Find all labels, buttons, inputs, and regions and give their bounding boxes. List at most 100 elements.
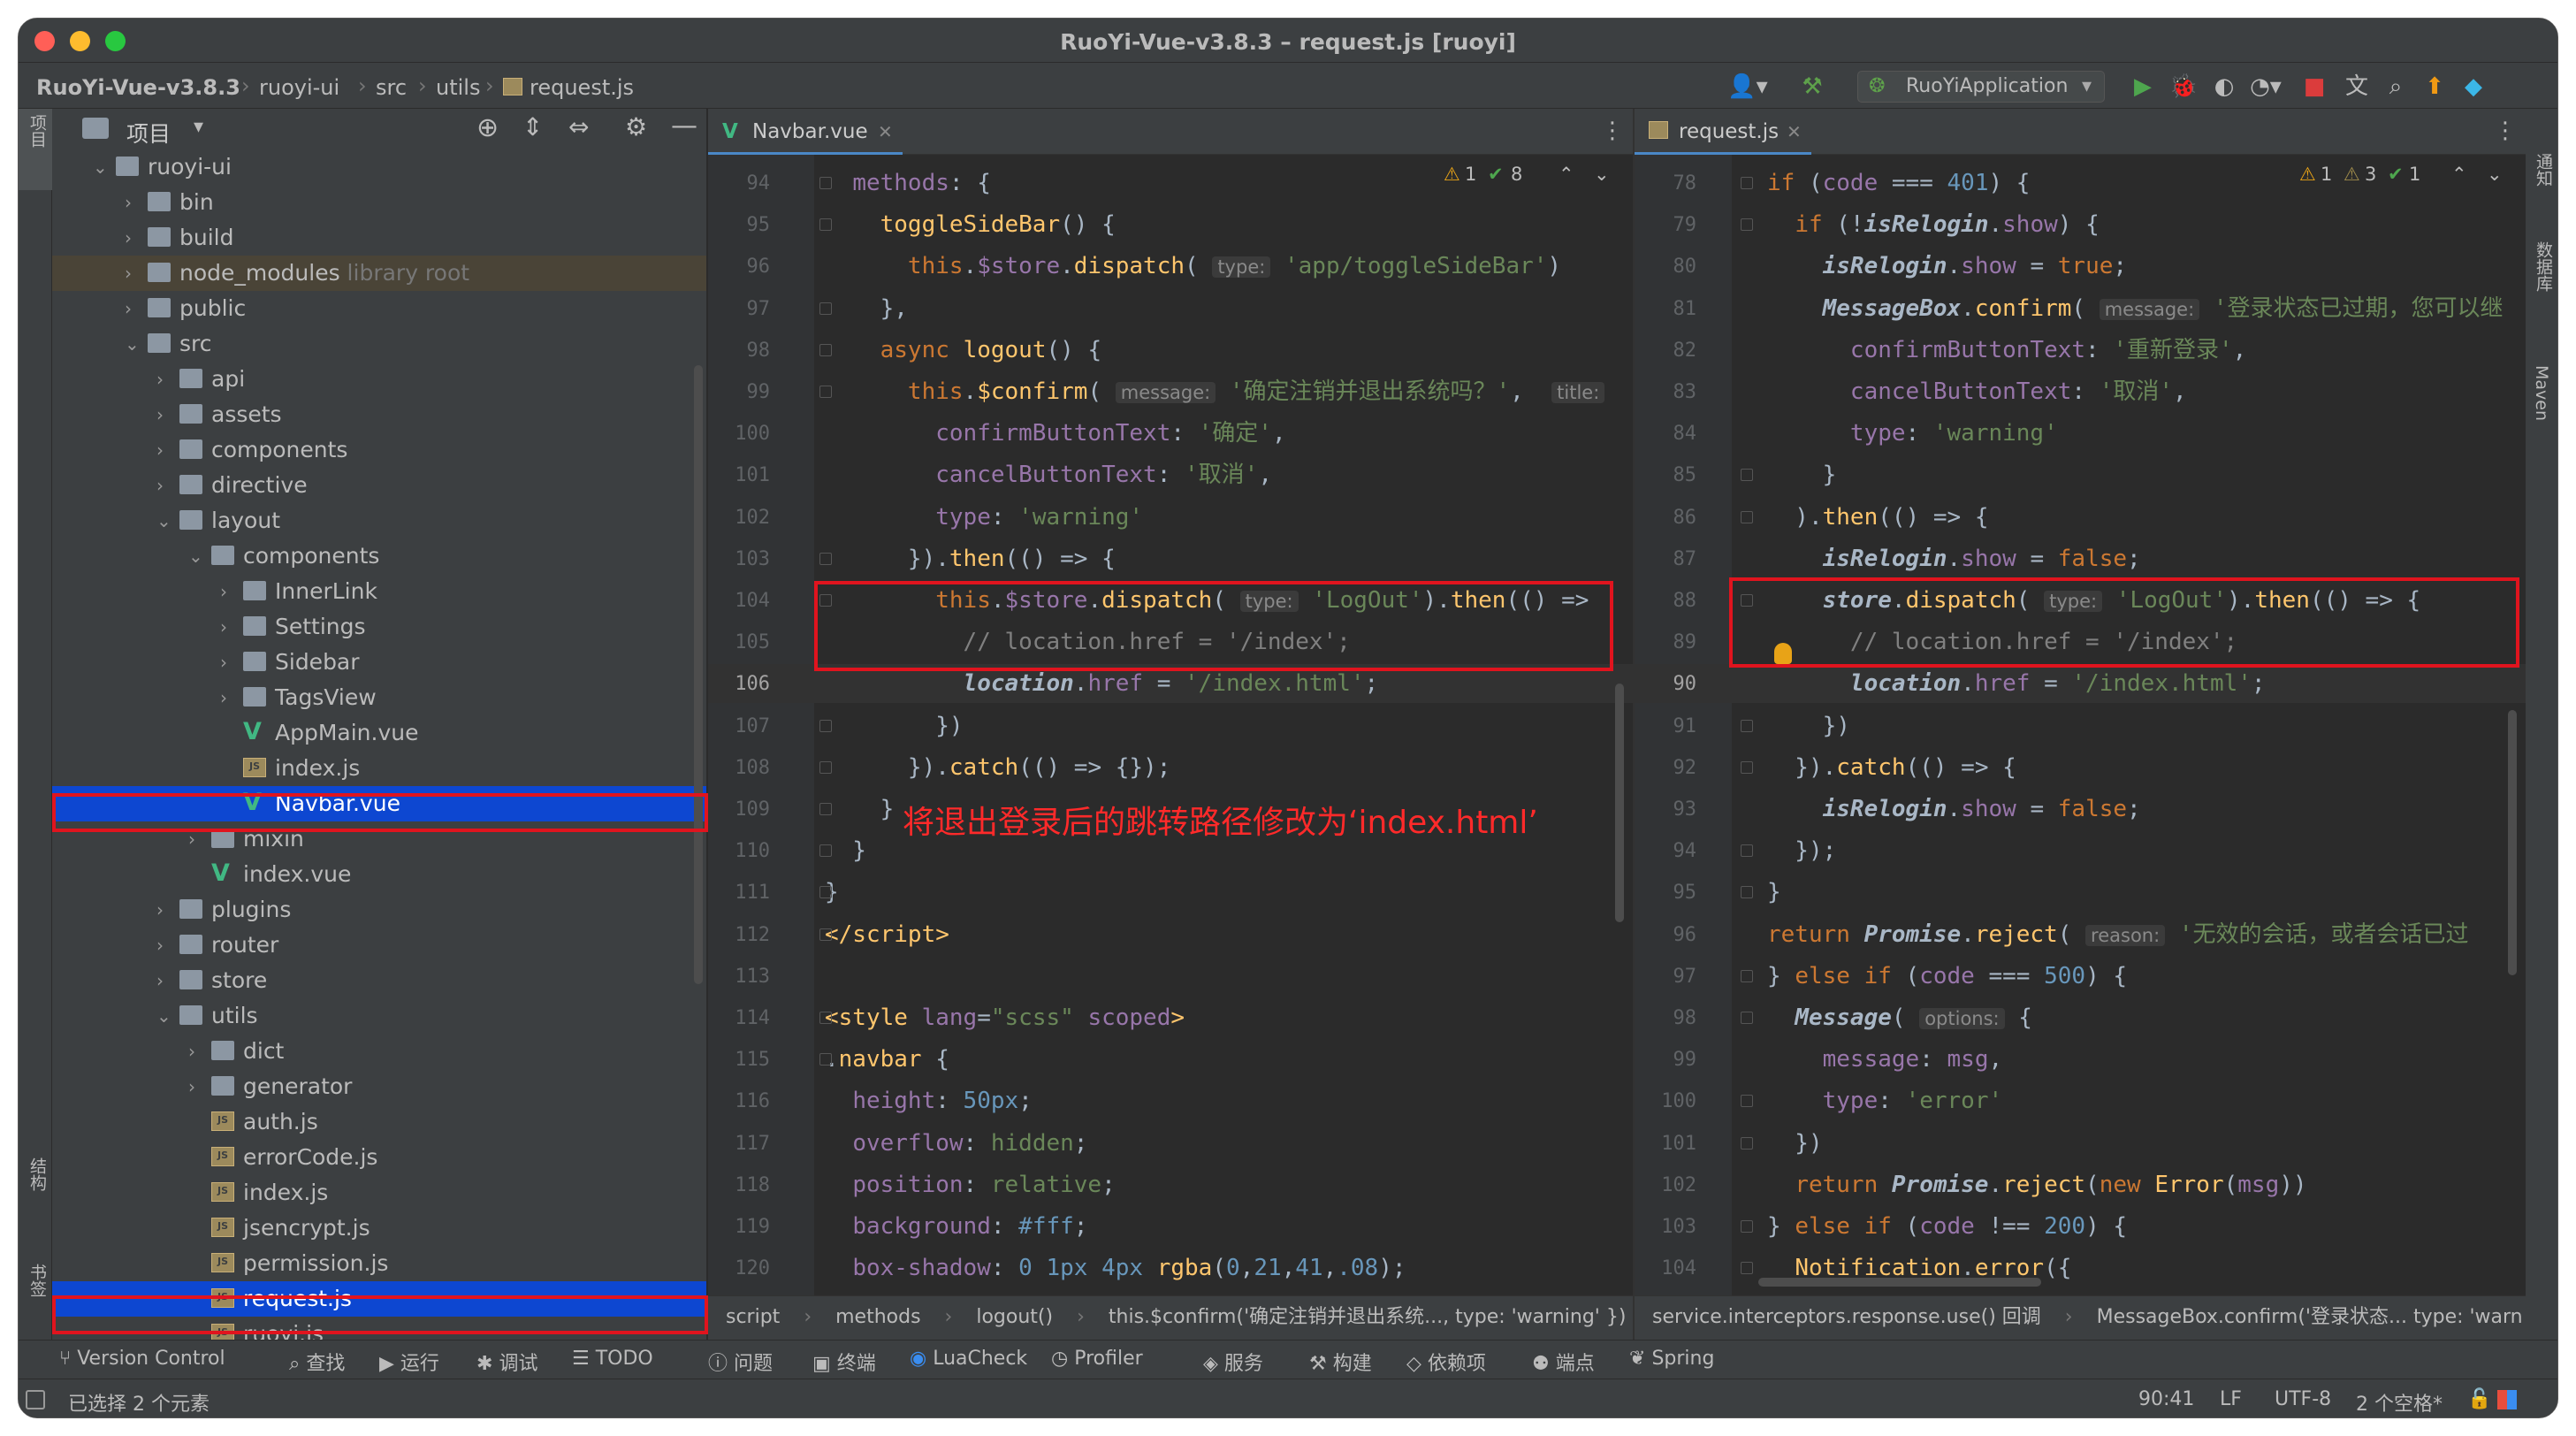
code-line[interactable]: type: 'warning' <box>825 498 1143 537</box>
stop-icon[interactable]: ■ <box>2299 72 2329 102</box>
chevron-down-icon[interactable]: ⌄ <box>188 538 206 574</box>
tree-item[interactable]: › directive <box>52 468 706 503</box>
code-line[interactable]: .navbar { <box>825 1040 949 1079</box>
notifications-tool-button[interactable]: 通知 <box>2525 153 2557 215</box>
indent-setting[interactable]: 2 个空格* <box>2356 1388 2443 1417</box>
line-number[interactable]: 96 <box>1643 924 1697 946</box>
translate-icon[interactable]: 文 <box>2342 72 2372 102</box>
line-separator[interactable]: LF <box>2220 1388 2242 1410</box>
fold-marker-icon[interactable] <box>1741 719 1753 732</box>
tree-item[interactable]: › store <box>52 963 706 998</box>
code-line[interactable]: store.dispatch( type: 'LogOut').then(() … <box>1767 581 2421 620</box>
code-line[interactable]: type: 'error' <box>1767 1081 2003 1120</box>
fold-marker-icon[interactable] <box>819 386 832 398</box>
tree-item[interactable]: JS request.js <box>52 1281 706 1317</box>
search-icon[interactable]: ⌕ <box>2381 72 2411 102</box>
tool-window-services[interactable]: ◈ 服务 <box>1203 1348 1263 1376</box>
jetbrains-logo-icon[interactable]: ◆ <box>2458 72 2488 102</box>
line-number[interactable]: 102 <box>717 507 770 529</box>
tree-item[interactable]: › plugins <box>52 892 706 928</box>
fold-marker-icon[interactable] <box>1741 760 1753 774</box>
line-number[interactable]: 111 <box>717 882 770 904</box>
profile-icon[interactable]: ◔▾ <box>2246 72 2285 102</box>
code-line[interactable]: }).catch(() => {}); <box>825 748 1170 787</box>
crumb-confirm[interactable]: this.$confirm('确定注销并退出系统..., type: 'warn… <box>1109 1306 1627 1328</box>
breadcrumb-utils[interactable]: utils <box>436 75 480 100</box>
line-number[interactable]: 79 <box>1643 214 1697 236</box>
code-line[interactable]: }); <box>1767 831 1836 870</box>
locate-icon[interactable]: ⊕ <box>476 112 499 143</box>
chevron-right-icon[interactable]: › <box>125 220 142 256</box>
code-line[interactable]: height: 50px; <box>825 1081 1033 1120</box>
code-line[interactable]: } else if (code === 500) { <box>1767 957 2127 996</box>
tree-item[interactable]: › bin <box>52 185 706 220</box>
crumb-script[interactable]: script <box>726 1306 780 1328</box>
fold-marker-icon[interactable] <box>819 1053 832 1066</box>
code-line[interactable]: cancelButtonText: '取消', <box>825 455 1272 494</box>
tree-item[interactable]: JS ruoyi.js <box>52 1317 706 1340</box>
lock-icon[interactable]: 🔓 <box>2467 1388 2491 1410</box>
tool-window-terminal[interactable]: ▣ 终端 <box>812 1348 876 1376</box>
code-line[interactable]: // location.href = '/index'; <box>825 623 1351 661</box>
chevron-right-icon[interactable]: › <box>156 397 174 432</box>
chevron-right-icon[interactable]: › <box>220 609 238 645</box>
code-line[interactable]: confirmButtonText: '确定', <box>825 414 1285 453</box>
code-line[interactable]: </script> <box>825 915 949 954</box>
code-line[interactable]: Message( options: { <box>1767 998 2032 1037</box>
line-number[interactable]: 113 <box>717 966 770 988</box>
line-number[interactable]: 86 <box>1643 507 1697 529</box>
tree-item[interactable]: ⌄ components <box>52 538 706 574</box>
line-number[interactable]: 103 <box>1643 1216 1696 1238</box>
tree-item[interactable]: JS index.js <box>52 1175 706 1211</box>
caret-position[interactable]: 90:41 <box>2138 1388 2194 1410</box>
tree-item[interactable]: › router <box>52 928 706 963</box>
code-line[interactable]: if (!isRelogin.show) { <box>1767 205 2099 244</box>
tool-window-run[interactable]: ▶ 运行 <box>379 1348 439 1376</box>
fold-marker-icon[interactable] <box>1741 969 1753 982</box>
fold-marker-icon[interactable] <box>1741 1262 1753 1275</box>
line-number[interactable]: 98 <box>717 340 771 362</box>
tree-item[interactable]: › build <box>52 220 706 256</box>
line-number[interactable]: 101 <box>717 464 770 486</box>
right-editor-hscrollbar[interactable] <box>1758 1278 2041 1287</box>
chevron-right-icon[interactable]: › <box>188 1034 206 1069</box>
line-number[interactable]: 102 <box>1643 1174 1696 1196</box>
tree-item[interactable]: › Settings <box>52 609 706 645</box>
tool-window-hammer[interactable]: ⚒ 构建 <box>1309 1348 1372 1376</box>
close-icon[interactable]: ✕ <box>878 109 893 155</box>
line-number[interactable]: 108 <box>717 757 770 779</box>
structure-tool-button[interactable]: 结构 <box>19 1152 52 1232</box>
hide-panel-icon[interactable]: — <box>671 111 697 141</box>
line-number[interactable]: 109 <box>717 798 770 821</box>
expand-all-icon[interactable]: ⇕ <box>522 112 543 141</box>
close-icon[interactable]: ✕ <box>1787 109 1802 155</box>
tree-item[interactable]: JS errorCode.js <box>52 1140 706 1175</box>
fold-marker-icon[interactable] <box>1741 886 1753 899</box>
line-number[interactable]: 98 <box>1643 1007 1697 1029</box>
right-editor-scrollbar[interactable] <box>2508 710 2517 975</box>
code-line[interactable]: } <box>1767 873 1781 912</box>
tree-item[interactable]: › dict <box>52 1034 706 1069</box>
tree-item[interactable]: › generator <box>52 1069 706 1104</box>
chevron-right-icon[interactable]: › <box>125 185 142 220</box>
tree-item[interactable]: › node_modules library root <box>52 256 706 291</box>
line-number[interactable]: 90 <box>1643 673 1697 695</box>
fold-marker-icon[interactable] <box>819 594 832 607</box>
run-configuration-select[interactable]: ❂ RuoYiApplication ▾ <box>1857 71 2105 103</box>
debug-icon[interactable]: 🐞 <box>2168 72 2199 102</box>
line-number[interactable]: 116 <box>717 1090 770 1112</box>
fold-marker-icon[interactable] <box>1741 1012 1753 1024</box>
fold-marker-icon[interactable] <box>819 302 832 315</box>
line-number[interactable]: 87 <box>1643 548 1697 570</box>
code-line[interactable]: location.href = '/index.html'; <box>825 664 1379 703</box>
tree-item[interactable]: JS auth.js <box>52 1104 706 1140</box>
project-scrollbar[interactable] <box>694 365 703 984</box>
fold-marker-icon[interactable] <box>819 1012 832 1024</box>
tree-item[interactable]: › public <box>52 291 706 326</box>
line-number[interactable]: 104 <box>1643 1257 1696 1279</box>
coverage-icon[interactable]: ◐ <box>2209 72 2239 102</box>
right-inspection-widget[interactable]: ⚠ 1 ⚠ 3 ✔ 1 ⌃ ⌄ <box>2299 164 2520 190</box>
fold-marker-icon[interactable] <box>1741 1136 1753 1150</box>
line-number[interactable]: 101 <box>1643 1133 1696 1155</box>
gear-icon[interactable]: ⚙ <box>625 112 647 141</box>
